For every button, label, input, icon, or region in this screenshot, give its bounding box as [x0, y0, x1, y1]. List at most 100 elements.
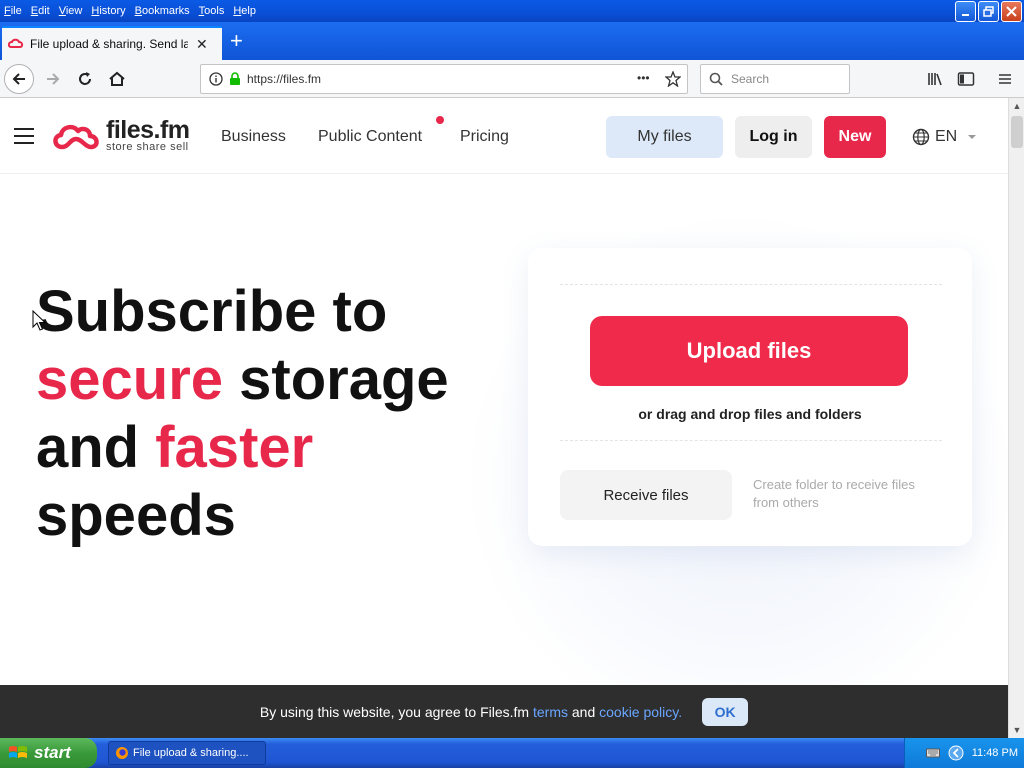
receive-files-description: Create folder to receive files from othe… [753, 477, 915, 510]
globe-icon [912, 128, 930, 146]
lock-icon [230, 72, 240, 85]
start-button[interactable]: start [0, 738, 97, 768]
cookie-text-and: and [567, 703, 600, 720]
menu-file[interactable]: File [0, 5, 26, 17]
cookie-text: By using this website, you agree to File… [260, 704, 682, 720]
menu-edit[interactable]: Edit [27, 5, 54, 17]
taskbar-firefox-item[interactable]: File upload & sharing.... [108, 741, 266, 765]
nav-pricing[interactable]: Pricing [460, 128, 509, 146]
cookie-policy-link[interactable]: cookie policy. [599, 704, 682, 720]
scroll-up-icon[interactable]: ▲ [1009, 98, 1024, 114]
hero-accent-secure: secure [36, 347, 224, 412]
logo-name: files.fm [106, 116, 190, 144]
firefox-icon [116, 747, 128, 759]
url-bar[interactable]: https://files.fm ••• [200, 64, 688, 94]
back-button[interactable] [4, 64, 34, 94]
language-selector[interactable]: EN [912, 128, 977, 146]
cookie-consent-bar: By using this website, you agree to File… [0, 685, 1008, 738]
files-fm-favicon-icon [8, 38, 24, 48]
upload-card: Upload files or drag and drop files and … [528, 248, 972, 546]
vertical-scrollbar[interactable]: ▲ ▼ [1008, 98, 1024, 738]
search-field[interactable]: Search [700, 64, 850, 94]
receive-files-button[interactable]: Receive files [560, 470, 732, 520]
search-icon [709, 72, 723, 86]
forward-button[interactable] [38, 64, 68, 94]
search-placeholder: Search [731, 72, 770, 86]
hero-line-2-rest: storage [223, 347, 449, 412]
library-button[interactable] [920, 64, 950, 94]
logo-tagline: store share sell [106, 141, 189, 153]
tab-strip: File upload & sharing. Send large p ✕ + [0, 22, 1024, 60]
home-button[interactable] [102, 64, 132, 94]
hamburger-menu-icon [999, 74, 1011, 84]
taskbar: start File upload & sharing.... 11:48 PM [0, 738, 1024, 768]
url-text: https://files.fm [247, 72, 322, 86]
clock: 11:48 PM [971, 747, 1018, 759]
cookie-text-intro: By using this website, you agree to File… [259, 703, 533, 720]
info-icon[interactable] [209, 72, 223, 86]
hero-line-2: secure storage [36, 346, 449, 414]
cookie-ok-button[interactable]: OK [702, 697, 749, 726]
restore-icon [983, 6, 994, 17]
my-files-button[interactable]: My files [606, 116, 723, 158]
chevron-down-icon [968, 135, 977, 139]
tray-arrow-icon[interactable] [948, 745, 964, 761]
scrollbar-thumb[interactable] [1011, 116, 1023, 148]
tab-files-fm[interactable]: File upload & sharing. Send large p ✕ [2, 26, 222, 60]
restore-button[interactable] [978, 1, 999, 22]
nav-business[interactable]: Business [221, 128, 286, 146]
menu-bar: File Edit View History Bookmarks Tools H… [0, 0, 1024, 22]
new-button[interactable]: New [824, 116, 886, 158]
reload-icon [79, 72, 91, 85]
start-label: start [34, 743, 71, 762]
close-window-button[interactable] [1001, 1, 1022, 22]
menu-history[interactable]: History [87, 5, 129, 17]
tab-close-icon[interactable]: ✕ [196, 36, 208, 53]
page-viewport: files.fm store share sell Business Publi… [0, 98, 1008, 738]
reload-button[interactable] [70, 64, 100, 94]
scroll-down-icon[interactable]: ▼ [1009, 722, 1024, 738]
dropzone-top-divider [560, 284, 942, 285]
hero-title: Subscribe to secure storage and faster s… [36, 278, 449, 550]
close-icon [1006, 6, 1017, 17]
site-menu-icon[interactable] [14, 128, 34, 144]
terms-link[interactable]: terms [533, 704, 568, 720]
tab-title: File upload & sharing. Send large p [30, 37, 188, 51]
page-actions-icon[interactable]: ••• [637, 71, 650, 85]
keyboard-icon[interactable] [925, 747, 940, 759]
notification-dot [436, 116, 444, 124]
system-tray: 11:48 PM [904, 738, 1024, 768]
menu-tools[interactable]: Tools [195, 5, 229, 17]
minimize-icon [961, 13, 969, 16]
upload-files-button[interactable]: Upload files [590, 316, 908, 386]
minimize-button[interactable] [955, 1, 976, 22]
menu-view[interactable]: View [55, 5, 87, 17]
windows-logo-icon [9, 746, 27, 758]
cloud-logo-icon [53, 124, 99, 149]
site-logo[interactable]: files.fm store share sell [52, 118, 190, 153]
home-icon [109, 71, 125, 86]
library-icon [928, 73, 942, 86]
back-arrow-icon [12, 73, 25, 85]
hero-line-3: and faster [36, 414, 449, 482]
new-tab-button[interactable]: + [230, 30, 243, 52]
log-in-button[interactable]: Log in [735, 116, 812, 158]
hero-line-1: Subscribe to [36, 279, 388, 344]
window-controls [955, 1, 1022, 22]
sidebar-toggle-button[interactable] [951, 64, 981, 94]
nav-toolbar: https://files.fm ••• Search [0, 60, 1024, 98]
bookmark-star-icon[interactable] [665, 71, 681, 87]
drag-drop-hint: or drag and drop files and folders [638, 406, 862, 422]
forward-arrow-icon [47, 73, 60, 85]
nav-public-content[interactable]: Public Content [318, 128, 422, 146]
menu-bookmarks[interactable]: Bookmarks [131, 5, 194, 17]
hero-line-3-start: and [36, 415, 156, 480]
mouse-cursor-icon [32, 310, 46, 331]
taskbar-item-label: File upload & sharing.... [133, 747, 249, 759]
menu-help[interactable]: Help [229, 5, 260, 17]
site-header: files.fm store share sell Business Publi… [0, 98, 1008, 174]
app-menu-button[interactable] [990, 64, 1020, 94]
dropzone-bottom-divider [560, 440, 942, 441]
sidebar-icon [957, 72, 975, 86]
hero-accent-faster: faster [155, 415, 314, 480]
